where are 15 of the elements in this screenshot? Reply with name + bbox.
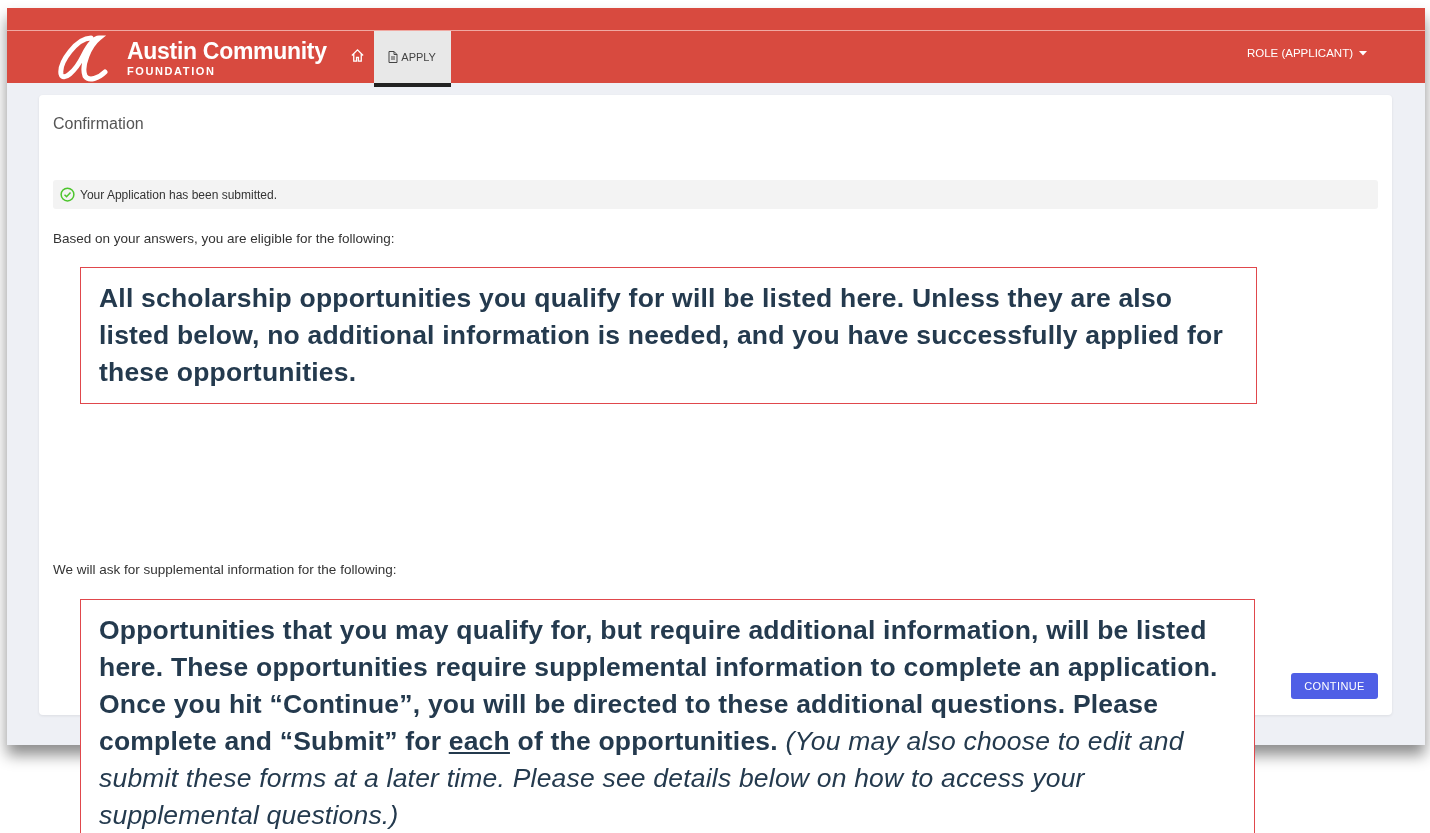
eligible-text: Based on your answers, you are eligible for the following: bbox=[53, 231, 396, 246]
caret-icon bbox=[1359, 50, 1367, 56]
brand-name: Austin Community bbox=[127, 37, 327, 65]
document-icon bbox=[388, 51, 399, 63]
apply-tab[interactable]: APPLY bbox=[373, 31, 451, 87]
brand-tagline: FOUNDATION bbox=[127, 64, 217, 77]
supplemental-text: We will ask for supplemental information for the following: bbox=[53, 562, 398, 577]
role-menu[interactable]: ROLE (APPLICANT) bbox=[1246, 31, 1367, 83]
annotation-note: Opportunities that you may qualify for, but require additional information, will be listed here. These opportunities require supplemental information to complete an application. Once you hit “Continue”, you will be directed to these additional questions. Please complete and “Submit” for each of the opportunities. (You may also choose to edit and submit these forms at a later time. Please see details below on how to access your supplemental questions.) bbox=[80, 599, 1255, 833]
check-circle-icon bbox=[60, 187, 75, 202]
home-icon bbox=[349, 47, 365, 63]
alert-text: Your Application has been submitted. bbox=[80, 187, 278, 202]
annotation-note: All scholarship opportunities you qualify for will be listed here. Unless they are also listed below, no additional information is needed, and you have successfully applied for these opportunities. bbox=[80, 267, 1257, 404]
continue-button[interactable]: CONTINUE bbox=[1291, 673, 1378, 699]
card-title: Confirmation bbox=[53, 115, 145, 133]
